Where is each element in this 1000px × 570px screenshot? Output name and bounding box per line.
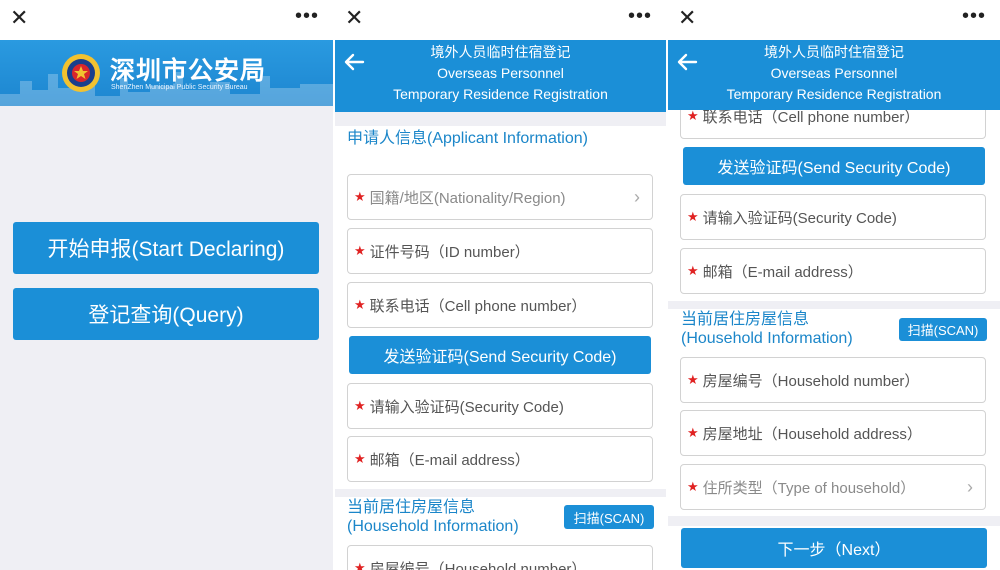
household-section-title-cn: 当前居住房屋信息 (681, 311, 810, 328)
required-marker: ★ (687, 263, 699, 278)
household-section-title-en: (Household Information) (681, 330, 853, 347)
applicant-section-title: 申请人信息(Applicant Information) (347, 130, 588, 147)
home-panel: ✕ ••• 深圳市公安局 ShenZhen Municipal Public S… (0, 0, 333, 570)
email-field[interactable]: ★ 邮箱（E-mail address） (347, 436, 653, 482)
more-icon[interactable]: ••• (628, 6, 652, 26)
household-number-field[interactable]: ★ 房屋编号（Household number） (347, 545, 653, 570)
section-divider (335, 489, 666, 497)
next-button[interactable]: 下一步（Next） (681, 528, 987, 568)
header-title-cn: 境外人员临时住宿登记 (430, 44, 571, 60)
household-number-field[interactable]: ★ 房屋编号（Household number） (680, 357, 986, 403)
close-icon[interactable]: ✕ (678, 7, 698, 29)
required-marker: ★ (354, 243, 366, 258)
nationality-label: 国籍/地区(Nationality/Region) (369, 189, 566, 207)
header-title-en2: Temporary Residence Registration (726, 86, 942, 102)
required-marker: ★ (354, 451, 366, 466)
phone-field[interactable]: ★ 联系电话（Cell phone number） (347, 282, 653, 328)
email-field[interactable]: ★ 邮箱（E-mail address） (680, 248, 986, 294)
header-title-en2: Temporary Residence Registration (393, 86, 608, 102)
required-marker: ★ (687, 425, 699, 440)
scan-button[interactable]: 扫描(SCAN) (564, 505, 654, 529)
chevron-right-icon: › (634, 187, 640, 207)
registration-panel-top: ✕ ••• 境外人员临时住宿登记 Overseas Personnel Temp… (335, 0, 666, 570)
page-header: 境外人员临时住宿登记 Overseas Personnel Temporary … (668, 40, 1000, 110)
id-number-field[interactable]: ★ 证件号码（ID number） (347, 228, 653, 274)
close-icon[interactable]: ✕ (345, 7, 365, 29)
registration-panel-scrolled: ★ 联系电话（Cell phone number） ✕ ••• 境外人员临时住宿… (668, 0, 1000, 570)
household-address-field[interactable]: ★ 房屋地址（Household address） (680, 410, 986, 456)
email-label: 邮箱（E-mail address） (702, 263, 863, 281)
required-marker: ★ (354, 398, 366, 413)
email-label: 邮箱（E-mail address） (369, 451, 530, 469)
more-icon[interactable]: ••• (295, 6, 319, 26)
scan-button[interactable]: 扫描(SCAN) (899, 318, 987, 341)
header-title-cn: 境外人员临时住宿登记 (764, 44, 904, 60)
banner-title: 深圳市公安局 (110, 57, 267, 85)
police-emblem-icon (62, 54, 100, 92)
required-marker: ★ (687, 372, 699, 387)
send-code-button[interactable]: 发送验证码(Send Security Code) (349, 336, 651, 374)
top-bar: ✕ ••• (0, 0, 333, 40)
security-code-label: 请输入验证码(Security Code) (369, 398, 564, 416)
send-code-button[interactable]: 发送验证码(Send Security Code) (683, 147, 985, 185)
banner-subtitle: ShenZhen Municipal Public Security Burea… (111, 84, 248, 91)
top-bar: ✕ ••• (668, 0, 1000, 40)
section-divider (668, 301, 1000, 309)
household-section-title-en: (Household Information) (347, 518, 519, 535)
section-divider (668, 516, 1000, 526)
household-type-label: 住所类型（Type of household） (702, 479, 916, 497)
security-code-label: 请输入验证码(Security Code) (702, 209, 897, 227)
security-code-field[interactable]: ★ 请输入验证码(Security Code) (347, 383, 653, 429)
query-button[interactable]: 登记查询(Query) (13, 288, 319, 340)
required-marker: ★ (354, 560, 366, 570)
top-bar: ✕ ••• (335, 0, 666, 40)
screenshot-stage: ✕ ••• 深圳市公安局 ShenZhen Municipal Public S… (0, 0, 1000, 570)
nationality-select[interactable]: ★ 国籍/地区(Nationality/Region) › (347, 174, 653, 220)
section-divider (335, 112, 666, 126)
close-icon[interactable]: ✕ (10, 7, 30, 29)
required-marker: ★ (687, 108, 699, 123)
security-code-field[interactable]: ★ 请输入验证码(Security Code) (680, 194, 986, 240)
required-marker: ★ (687, 209, 699, 224)
more-icon[interactable]: ••• (962, 6, 986, 26)
required-marker: ★ (354, 189, 366, 204)
bureau-banner: 深圳市公安局 ShenZhen Municipal Public Securit… (0, 40, 333, 106)
id-number-label: 证件号码（ID number） (369, 243, 530, 261)
start-declaring-button[interactable]: 开始申报(Start Declaring) (13, 222, 319, 274)
header-title-en1: Overseas Personnel (437, 65, 564, 81)
page-header: 境外人员临时住宿登记 Overseas Personnel Temporary … (335, 40, 666, 112)
chevron-right-icon: › (967, 477, 973, 497)
header-title-en1: Overseas Personnel (770, 65, 898, 81)
household-section-title-cn: 当前居住房屋信息 (347, 499, 476, 516)
household-number-label: 房屋编号（Household number） (369, 560, 587, 570)
required-marker: ★ (354, 297, 366, 312)
household-type-select[interactable]: ★ 住所类型（Type of household） › (680, 464, 986, 510)
household-number-label: 房屋编号（Household number） (702, 372, 920, 390)
phone-label: 联系电话（Cell phone number） (369, 297, 587, 315)
household-address-label: 房屋地址（Household address） (702, 425, 922, 443)
required-marker: ★ (687, 479, 699, 494)
